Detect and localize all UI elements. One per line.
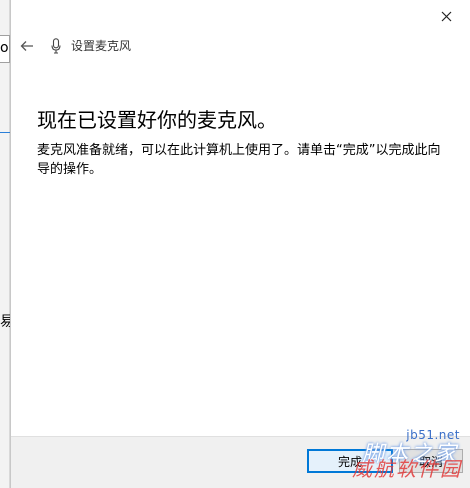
back-button[interactable] bbox=[15, 34, 39, 58]
page-description: 麦克风准备就绪，可以在此计算机上使用了。请单击“完成”以完成此向导的操作。 bbox=[37, 143, 441, 177]
back-arrow-icon bbox=[20, 41, 33, 51]
close-icon bbox=[441, 11, 451, 21]
microphone-icon bbox=[49, 37, 63, 55]
cancel-button[interactable]: 取消 bbox=[399, 449, 463, 473]
background-text-top: o bbox=[0, 40, 9, 56]
finish-button[interactable]: 完成 bbox=[307, 449, 393, 473]
wizard-title: 设置麦克风 bbox=[71, 39, 132, 53]
page-heading: 现在已设置好你的麦克风。 bbox=[37, 108, 277, 132]
close-button[interactable] bbox=[436, 6, 456, 26]
button-bar: 完成 取消 bbox=[11, 436, 470, 488]
microphone-setup-dialog: 设置麦克风 现在已设置好你的麦克风。 麦克风准备就绪，可以在此计算机上使用了。请… bbox=[10, 0, 470, 488]
wizard-titlebar: 设置麦克风 bbox=[11, 32, 311, 60]
background-divider bbox=[0, 132, 10, 133]
background-window: o 易 bbox=[0, 0, 14, 488]
